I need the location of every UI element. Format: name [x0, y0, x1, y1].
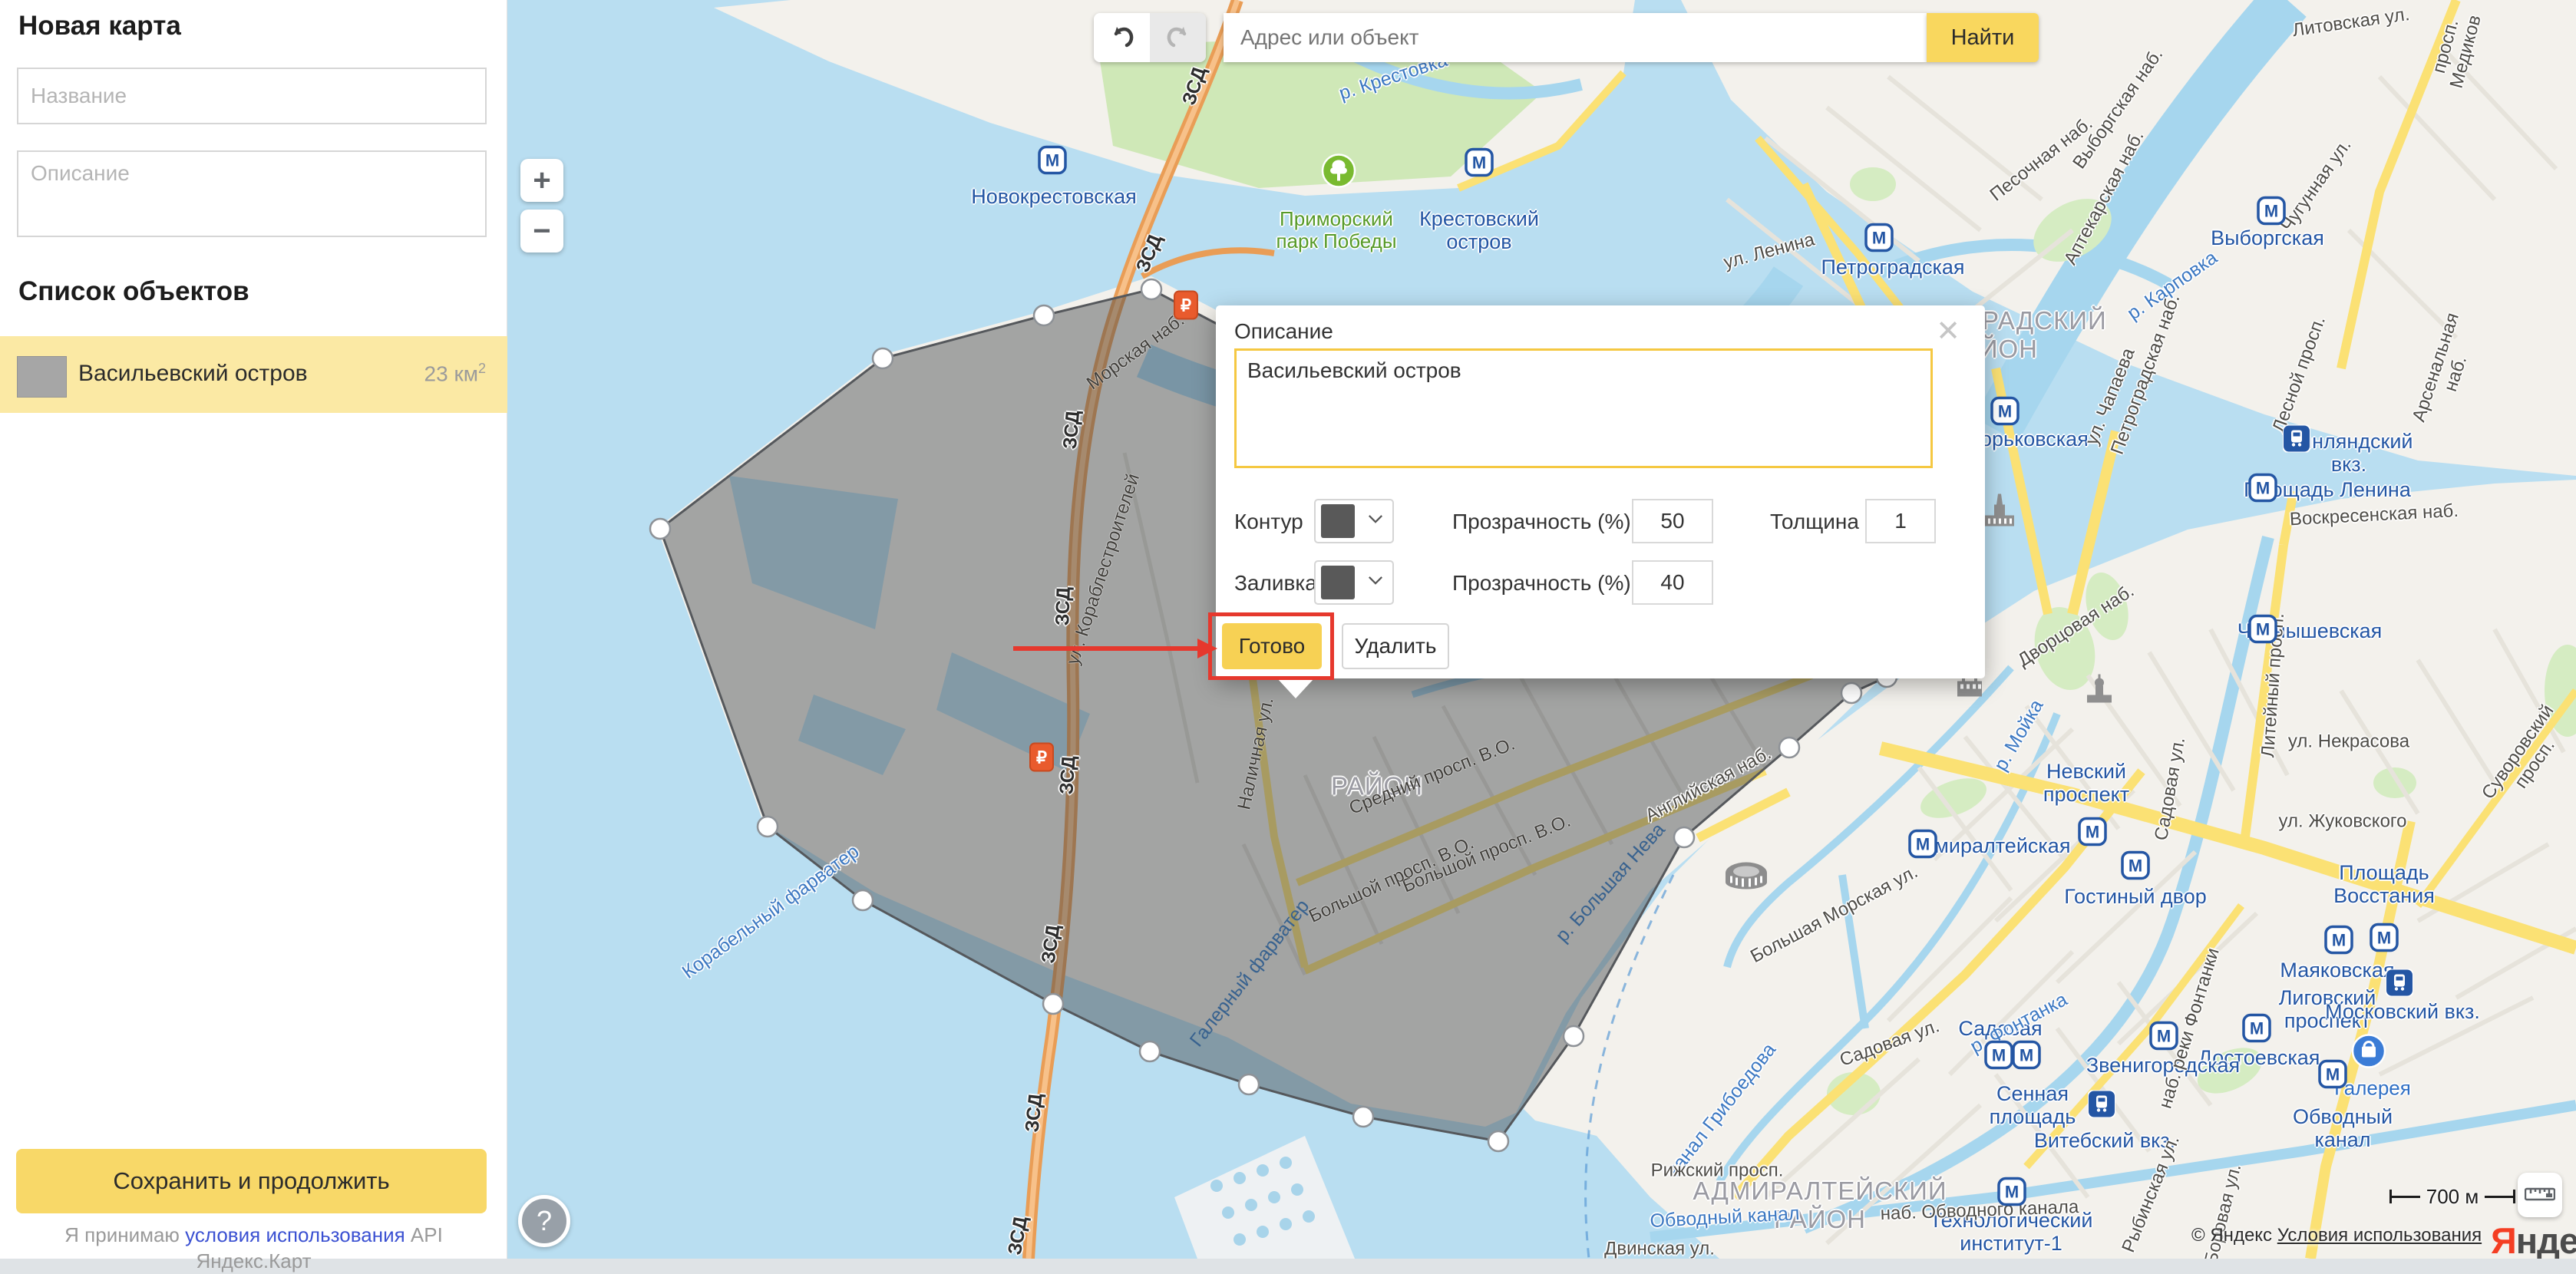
- page-title: Новая карта: [18, 11, 181, 41]
- polygon-description-textarea[interactable]: Васильевский остров: [1234, 348, 1933, 468]
- undo-icon: [1108, 23, 1136, 53]
- dialog-description-label: Описание: [1234, 319, 1333, 344]
- map-attribution: © Яндекс Условия использования: [2191, 1225, 2482, 1246]
- done-button[interactable]: Готово: [1222, 623, 1322, 669]
- chevron-down-icon: [1368, 576, 1383, 589]
- thickness-label: Толщина: [1770, 510, 1859, 534]
- search-input[interactable]: [1224, 13, 1927, 62]
- thickness-input[interactable]: [1865, 499, 1936, 543]
- map-description-input[interactable]: [17, 150, 487, 237]
- ruler-icon: [2525, 1186, 2555, 1205]
- object-color-swatch: [17, 356, 67, 398]
- contour-transparency-input[interactable]: [1632, 499, 1713, 543]
- polygon-vertex-handle[interactable]: [1841, 683, 1861, 703]
- close-icon[interactable]: ✕: [1930, 313, 1967, 350]
- polygon-vertex-handle[interactable]: [1488, 1131, 1508, 1151]
- polygon-vertex-handle[interactable]: [1779, 738, 1799, 757]
- polygon-vertex-handle[interactable]: [873, 348, 893, 368]
- polygon-vertex-handle[interactable]: [650, 519, 670, 539]
- object-name: Васильевский остров: [78, 361, 308, 387]
- help-button[interactable]: ?: [518, 1195, 570, 1247]
- fill-color-swatch: [1321, 566, 1355, 599]
- redo-icon: [1164, 23, 1192, 53]
- contour-color-swatch: [1321, 504, 1355, 538]
- undo-button[interactable]: [1094, 13, 1150, 62]
- polygon-vertex-handle[interactable]: [758, 817, 778, 837]
- chevron-down-icon: [1368, 514, 1383, 528]
- dialog-tail: [1277, 678, 1314, 698]
- objects-list-heading: Список объектов: [18, 276, 249, 307]
- polygon-vertex-handle[interactable]: [1239, 1074, 1259, 1094]
- map-scale: 700 м: [2389, 1185, 2515, 1208]
- delete-button[interactable]: Удалить: [1342, 623, 1449, 669]
- fill-label: Заливка: [1234, 571, 1317, 596]
- polygon-vertex-handle[interactable]: [1141, 279, 1161, 299]
- polygon-properties-dialog: Описание ✕ Васильевский остров Контур Пр…: [1216, 305, 1985, 678]
- polygon-vertex-handle[interactable]: [853, 890, 873, 910]
- polygon-vertex-handle[interactable]: [1140, 1041, 1160, 1061]
- find-button[interactable]: Найти: [1927, 13, 2039, 62]
- yandex-logo: Яндекс: [2491, 1220, 2576, 1259]
- scale-label: 700 м: [2420, 1185, 2485, 1209]
- polygon-vertex-handle[interactable]: [1564, 1026, 1584, 1046]
- terms-of-use-link[interactable]: Условия использования: [2277, 1225, 2482, 1246]
- contour-color-dropdown[interactable]: [1314, 499, 1394, 543]
- polygon-vertex-handle[interactable]: [1043, 994, 1063, 1014]
- terms-text: Я принимаю условия использования API Янд…: [0, 1222, 507, 1274]
- terms-link[interactable]: условия использования: [185, 1223, 405, 1246]
- map-name-input[interactable]: [17, 68, 487, 124]
- polygon-vertex-handle[interactable]: [1034, 305, 1054, 325]
- zoom-in-button[interactable]: +: [520, 159, 563, 202]
- contour-transparency-label: Прозрачность (%): [1452, 510, 1631, 534]
- object-list-item[interactable]: Васильевский остров 23 км2: [0, 336, 507, 413]
- ruler-button[interactable]: [2518, 1173, 2562, 1217]
- search-bar: [1224, 13, 1927, 62]
- polygon-vertex-handle[interactable]: [1674, 827, 1694, 847]
- object-area: 23 км2: [424, 361, 486, 386]
- redo-button[interactable]: [1150, 13, 1206, 62]
- polygon-vertex-handle[interactable]: [1353, 1107, 1373, 1127]
- sidebar: Новая карта Список объектов Васильевский…: [0, 0, 507, 1259]
- save-and-continue-button[interactable]: Сохранить и продолжить: [16, 1149, 487, 1213]
- fill-transparency-label: Прозрачность (%): [1452, 571, 1631, 596]
- zoom-out-button[interactable]: −: [520, 210, 563, 252]
- fill-color-dropdown[interactable]: [1314, 560, 1394, 605]
- map-canvas[interactable]: НовокрестовскаяКрестовский островПетрогр…: [507, 0, 2576, 1259]
- contour-label: Контур: [1234, 510, 1303, 534]
- fill-transparency-input[interactable]: [1632, 560, 1713, 605]
